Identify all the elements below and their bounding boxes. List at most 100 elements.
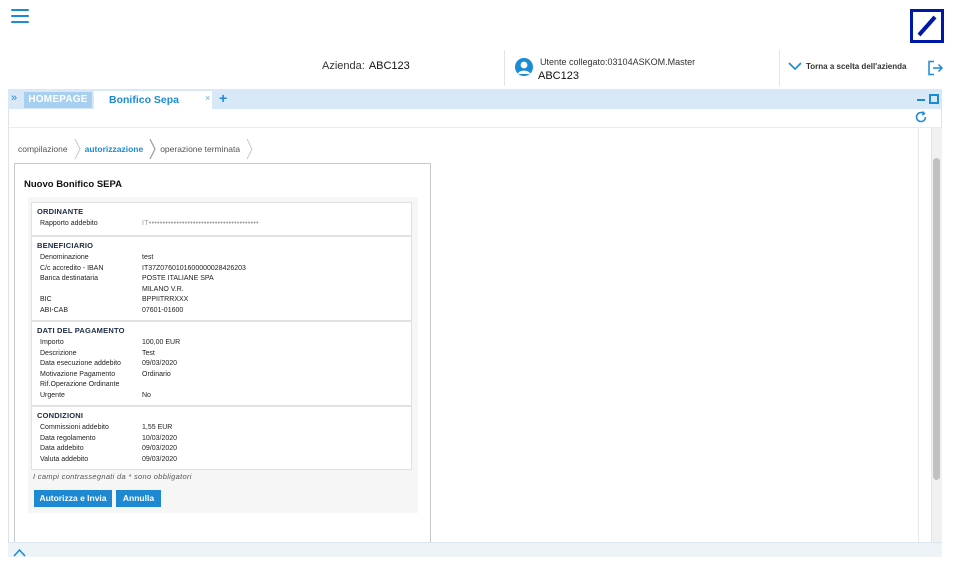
detail-label: C/c accredito - IBAN bbox=[40, 264, 104, 272]
detail-label: Banca destinataria bbox=[40, 275, 98, 282]
detail-row: Denominazione test bbox=[32, 253, 411, 264]
section-title: CONDIZIONI bbox=[37, 411, 84, 420]
detail-label: Motivazione Pagamento bbox=[40, 370, 116, 378]
back-link-label: Torna a scelta dell'azienda bbox=[806, 62, 907, 71]
detail-label: Data regolamento bbox=[40, 434, 96, 442]
section-title: BENEFICIARIO bbox=[37, 241, 94, 250]
detail-value: IT37Z0760101600000028426203 bbox=[142, 264, 246, 272]
section-condizioni: CONDIZIONI Commissioni addebito 1,55 EUR … bbox=[31, 406, 412, 470]
form-title: Nuovo Bonifico SEPA bbox=[24, 179, 122, 190]
detail-row: MILANO V.R. bbox=[32, 285, 411, 296]
detail-row: ABI-CAB 07601-01600 bbox=[32, 306, 411, 317]
detail-value: 09/03/2020 bbox=[142, 445, 178, 452]
authorize-send-button[interactable]: Autorizza e Invia bbox=[34, 490, 112, 507]
detail-row: Valuta addebito 09/03/2020 bbox=[32, 455, 411, 466]
step-separator-icon bbox=[246, 138, 253, 160]
summary-details: ORDINANTE Rapporto addebito IT••••••••••… bbox=[31, 202, 412, 470]
back-to-company-link[interactable]: Torna a scelta dell'azienda bbox=[788, 62, 906, 71]
logout-icon[interactable] bbox=[927, 60, 944, 76]
detail-value: test bbox=[142, 254, 154, 261]
detail-row: Descrizione Test bbox=[32, 349, 411, 360]
section-dati-pagamento: DATI DEL PAGAMENTO Importo 100,00 EUR Des… bbox=[31, 321, 412, 406]
detail-value: Ordinario bbox=[142, 370, 171, 378]
logged-user-company: ABC123 bbox=[538, 70, 579, 82]
detail-value: 09/03/2020 bbox=[142, 455, 178, 463]
detail-value: 09/03/2020 bbox=[142, 360, 178, 367]
detail-label: Importo bbox=[40, 339, 64, 346]
detail-label: Data esecuzione addebito bbox=[40, 360, 121, 367]
header-divider bbox=[779, 50, 780, 86]
user-avatar-icon bbox=[515, 58, 533, 76]
detail-row: Importo 100,00 EUR bbox=[32, 338, 411, 349]
detail-row: Data regolamento 10/03/2020 bbox=[32, 434, 411, 445]
detail-row: Commissioni addebito 1,55 EUR bbox=[32, 423, 411, 434]
maximize-icon[interactable] bbox=[929, 94, 939, 104]
add-tab-icon[interactable]: + bbox=[219, 90, 227, 106]
minimize-icon[interactable] bbox=[917, 99, 925, 101]
step-label: operazione terminata bbox=[160, 144, 241, 154]
detail-row: Data esecuzione addebito 09/03/2020 bbox=[32, 359, 411, 370]
close-tab-icon[interactable]: × bbox=[205, 93, 210, 103]
bank-logo bbox=[910, 9, 944, 43]
detail-label: Urgente bbox=[40, 391, 65, 399]
header-divider bbox=[504, 50, 505, 86]
detail-row: Urgente No bbox=[32, 391, 411, 402]
step-label: autorizzazione bbox=[84, 144, 144, 154]
detail-label: Commissioni addebito bbox=[40, 424, 109, 431]
detail-row: Banca destinataria POSTE ITALIANE SPA bbox=[32, 274, 411, 285]
detail-label: Denominazione bbox=[40, 254, 89, 261]
detail-label: BIC bbox=[40, 296, 52, 303]
detail-value: 1,55 EUR bbox=[142, 424, 173, 431]
logo-slash-icon bbox=[917, 15, 937, 37]
step-autorizzazione: autorizzazione bbox=[81, 138, 157, 160]
detail-label: Data addebito bbox=[40, 445, 84, 452]
section-beneficiario: BENEFICIARIO Denominazione test C/c accre… bbox=[31, 236, 412, 321]
company-label: Azienda: bbox=[322, 60, 365, 72]
section-title: ORDINANTE bbox=[37, 207, 84, 216]
detail-label: Rapporto addebito bbox=[40, 220, 98, 227]
menu-icon[interactable] bbox=[11, 9, 29, 23]
section-title: DATI DEL PAGAMENTO bbox=[37, 326, 125, 335]
step-label: compilazione bbox=[18, 144, 68, 154]
cancel-button[interactable]: Annulla bbox=[116, 490, 161, 507]
step-separator-icon bbox=[74, 138, 81, 160]
content-toolbar bbox=[9, 109, 941, 128]
required-fields-note: I campi contrassegnati da * sono obbliga… bbox=[33, 472, 192, 481]
tab-bonifico-sepa[interactable]: Bonifico Sepa Online bbox=[94, 91, 212, 124]
detail-value: Test bbox=[142, 349, 155, 357]
detail-row: Rapporto addebito IT••••••••••••••••••••… bbox=[32, 219, 411, 230]
detail-value: 100,00 EUR bbox=[142, 339, 181, 346]
step-operazione-terminata: operazione terminata bbox=[156, 138, 253, 160]
scrollbar-thumb[interactable] bbox=[933, 158, 940, 480]
detail-label bbox=[40, 285, 142, 296]
detail-row: Motivazione Pagamento Ordinario bbox=[32, 370, 411, 381]
wizard-steps: compilazione autorizzazione operazione t… bbox=[14, 137, 253, 161]
detail-row: C/c accredito - IBAN IT37Z076010160000002… bbox=[32, 264, 411, 275]
detail-row: Rif.Operazione Ordinante bbox=[32, 380, 411, 391]
tab-homepage[interactable]: HOMEPAGE bbox=[24, 92, 92, 108]
detail-value: 07601-01600 bbox=[142, 306, 184, 314]
chevron-up-icon[interactable] bbox=[13, 544, 26, 557]
content-divider bbox=[918, 128, 919, 542]
double-chevron-right-icon[interactable]: » bbox=[11, 93, 17, 104]
company-value: ABC123 bbox=[368, 60, 410, 72]
detail-value: No bbox=[142, 391, 151, 399]
detail-value: MILANO V.R. bbox=[142, 285, 184, 293]
detail-value: BPPIITRRXXX bbox=[142, 296, 189, 303]
detail-label: Valuta addebito bbox=[40, 455, 89, 463]
detail-label: Rif.Operazione Ordinante bbox=[40, 381, 120, 388]
detail-row: Data addebito 09/03/2020 bbox=[32, 444, 411, 455]
detail-label: Descrizione bbox=[40, 349, 77, 357]
detail-label: ABI-CAB bbox=[40, 306, 69, 314]
step-compilazione: compilazione bbox=[14, 138, 81, 160]
detail-value: POSTE ITALIANE SPA bbox=[142, 275, 214, 282]
detail-value: IT••••••••••••••••••••••••••••••••••••••… bbox=[142, 220, 259, 227]
bottom-bar bbox=[8, 542, 942, 557]
detail-row: BIC BPPIITRRXXX bbox=[32, 295, 411, 306]
company-info: Azienda: ABC123 bbox=[322, 60, 410, 72]
section-ordinante: ORDINANTE Rapporto addebito IT••••••••••… bbox=[31, 202, 412, 236]
refresh-icon[interactable] bbox=[914, 110, 928, 124]
logged-user-label: Utente collegato:03104ASKOM.Master bbox=[540, 57, 696, 67]
step-separator-icon bbox=[149, 138, 156, 160]
detail-value bbox=[142, 380, 411, 391]
